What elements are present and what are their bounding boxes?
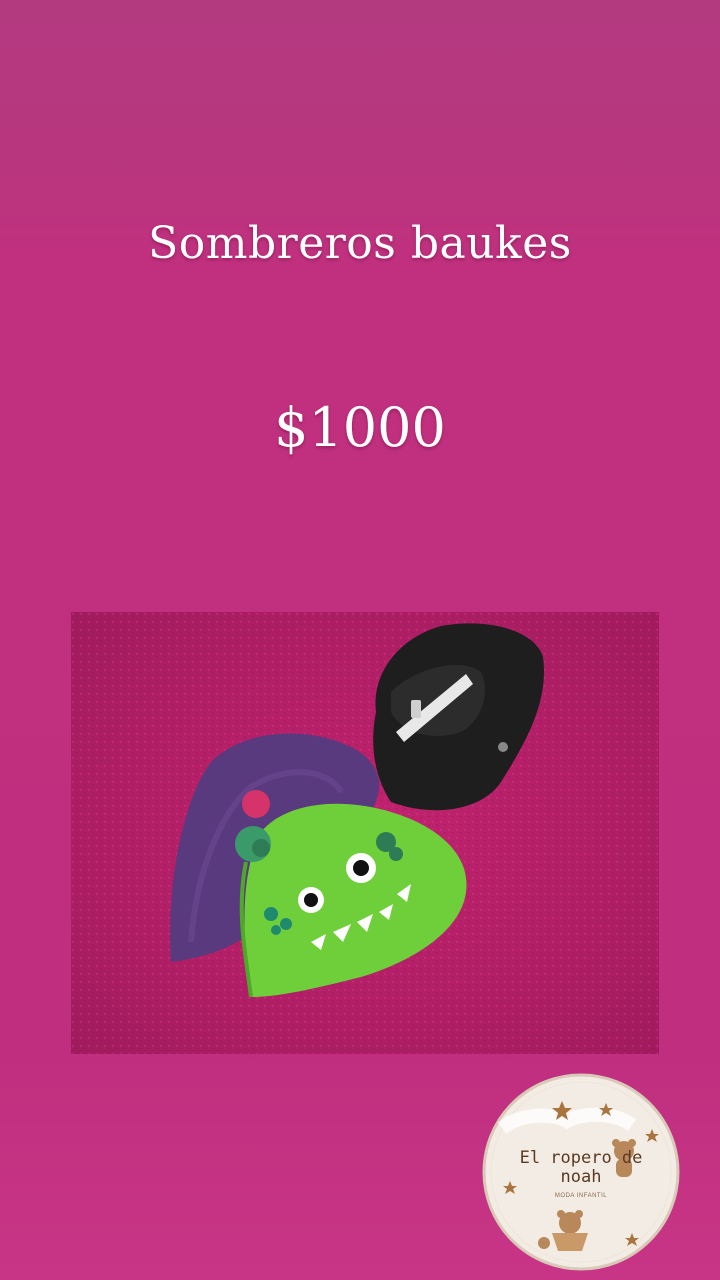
logo-line2: noah — [560, 1167, 602, 1187]
post-price: $1000 — [274, 396, 446, 459]
brand-logo: El ropero de noah MODA INFANTIL — [482, 1073, 680, 1271]
logo-line1: El ropero de — [519, 1148, 643, 1168]
product-photo — [71, 612, 659, 1054]
logo-tagline: MODA INFANTIL — [554, 1193, 608, 1199]
post-title: Sombreros baukes — [148, 218, 572, 269]
